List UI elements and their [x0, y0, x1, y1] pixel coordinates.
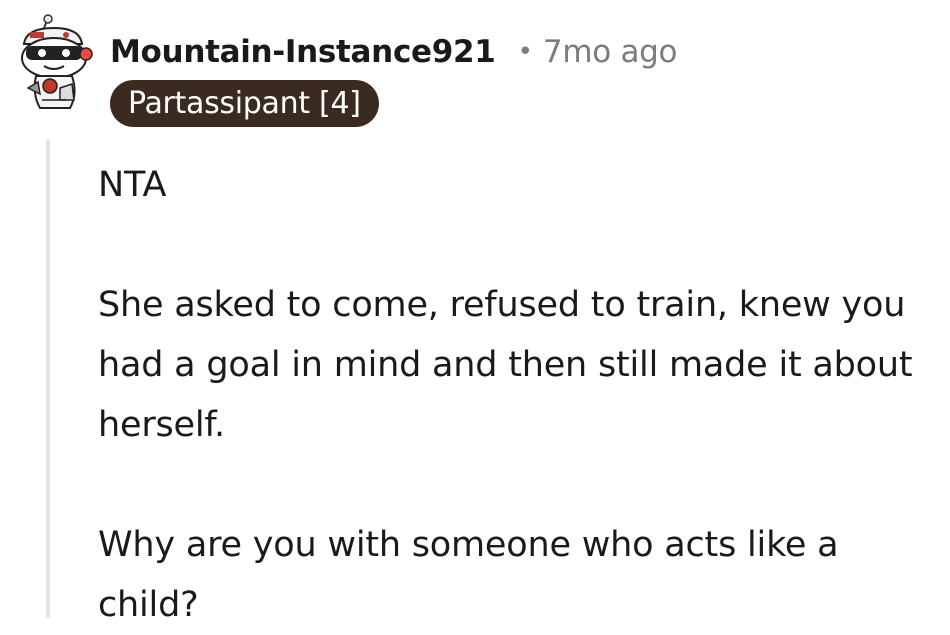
comment-timestamp[interactable]: 7mo ago — [543, 34, 678, 70]
user-flair-badge: Partassipant [4] — [110, 80, 379, 127]
comment-body: NTA She asked to come, refused to train,… — [98, 155, 943, 635]
comment-meta: Mountain-Instance921 • 7mo ago — [110, 28, 678, 76]
snoo-avatar-icon — [21, 14, 93, 109]
author-username[interactable]: Mountain-Instance921 — [110, 34, 496, 70]
avatar[interactable] — [14, 14, 96, 110]
thread-collapse-line[interactable] — [46, 140, 50, 618]
comment-paragraph: Why are you with someone who acts like a… — [98, 525, 839, 625]
comment-paragraph: She asked to come, refused to train, kne… — [98, 285, 913, 445]
comment-paragraph: NTA — [98, 165, 167, 205]
comment: Mountain-Instance921 • 7mo ago Partassip… — [0, 0, 950, 625]
meta-separator: • — [517, 37, 533, 67]
